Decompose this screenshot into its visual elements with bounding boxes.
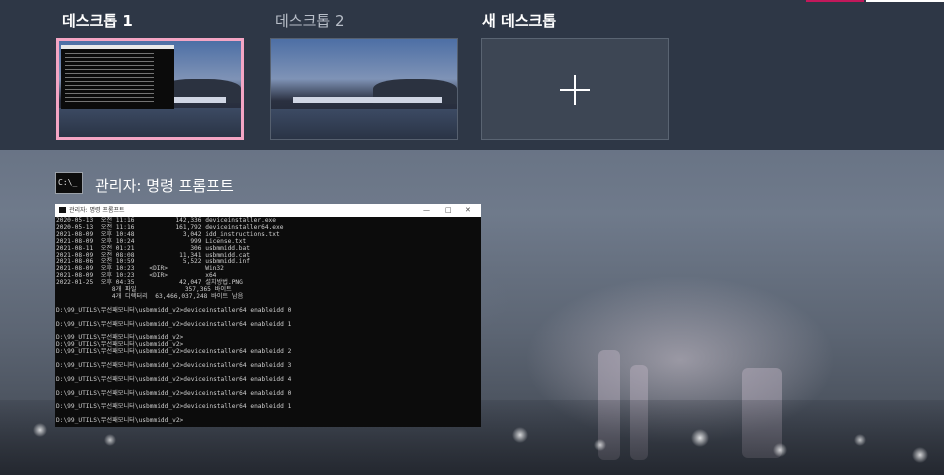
console-line: D:\99_UTILS\무선패모니터\usbmmidd_v2>deviceins…: [56, 320, 292, 328]
mini-command-window: [61, 45, 174, 109]
console-line: D:\99_UTILS\무선패모니터\usbmmidd_v2>deviceins…: [56, 403, 292, 411]
preview-cmd-icon: [59, 207, 66, 213]
desktop-1-label[interactable]: 데스크톱 1: [62, 10, 133, 31]
command-prompt-icon: C:\_: [55, 172, 83, 194]
window-preview[interactable]: 관리자: 명령 프롬프트 — □ ✕ 2020-05-13 오전 11:16 1…: [55, 204, 481, 427]
console-line: 4개 디렉터리 63,466,037,248 바이트 남음: [56, 292, 244, 300]
new-desktop-label[interactable]: 새 데스크톱: [482, 10, 556, 31]
desktop-2-thumbnail[interactable]: [270, 38, 458, 140]
preview-close-icon: ✕: [465, 206, 471, 214]
console-line: D:\99_UTILS\무선패모니터\usbmmidd_v2>deviceins…: [56, 389, 292, 397]
virtual-desktop-bar: 데스크톱 1 데스크톱 2 새 데스크톱: [0, 0, 944, 150]
preview-maximize-icon: □: [445, 206, 452, 214]
desktop-1-preview: [59, 41, 241, 137]
console-line: D:\99_UTILS\무선패모니터\usbmmidd_v2>: [56, 417, 184, 425]
console-line: D:\99_UTILS\무선패모니터\usbmmidd_v2>deviceins…: [56, 348, 292, 356]
top-accent-white: [866, 0, 944, 2]
window-title: 관리자: 명령 프롬프트: [95, 177, 234, 195]
top-accent-pink: [806, 0, 864, 2]
console-output: 2020-05-13 오전 11:16 142,336 deviceinstal…: [55, 217, 481, 425]
preview-titlebar: 관리자: 명령 프롬프트 — □ ✕: [55, 204, 481, 217]
plus-icon: [482, 39, 668, 139]
console-line: D:\99_UTILS\무선패모니터\usbmmidd_v2>deviceins…: [56, 362, 292, 370]
console-line: D:\99_UTILS\무선패모니터\usbmmidd_v2>deviceins…: [56, 306, 292, 314]
console-line: D:\99_UTILS\무선패모니터\usbmmidd_v2>deviceins…: [56, 375, 292, 383]
preview-title: 관리자: 명령 프롬프트: [69, 207, 125, 214]
new-desktop-button[interactable]: [481, 38, 669, 140]
preview-minimize-icon: —: [423, 206, 430, 214]
desktop-2-preview: [271, 39, 457, 139]
desktop-1-thumbnail[interactable]: [56, 38, 244, 140]
desktop-2-label[interactable]: 데스크톱 2: [275, 10, 345, 31]
